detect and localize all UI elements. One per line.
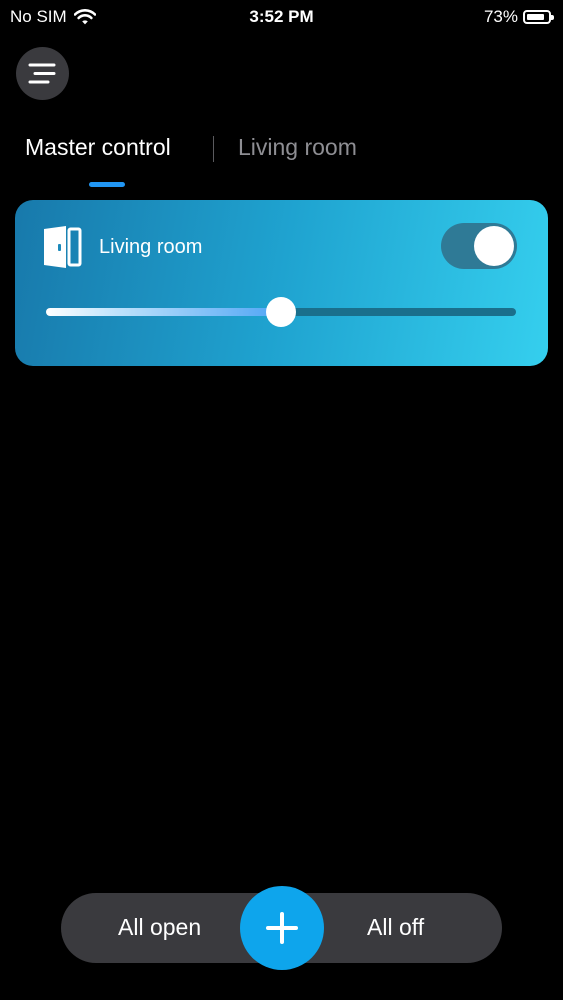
status-bar: No SIM 3:52 PM 73% xyxy=(0,0,563,32)
slider-thumb[interactable] xyxy=(266,297,296,327)
all-open-button[interactable]: All open xyxy=(118,914,201,941)
level-slider[interactable] xyxy=(46,297,516,327)
menu-icon xyxy=(28,63,56,84)
menu-button[interactable] xyxy=(16,47,69,100)
door-icon xyxy=(44,226,82,268)
tab-master-control[interactable]: Master control xyxy=(25,134,171,161)
status-right: 73% xyxy=(483,7,554,27)
plus-icon xyxy=(266,912,298,944)
room-power-toggle[interactable] xyxy=(441,223,517,269)
room-card-living-room[interactable]: Living room xyxy=(15,200,548,366)
app-screen: No SIM 3:52 PM 73% Master control Living… xyxy=(0,0,563,1000)
tab-bar: Master control Living room xyxy=(0,130,563,190)
battery-fill xyxy=(527,14,544,20)
status-time: 3:52 PM xyxy=(249,7,314,26)
active-tab-indicator xyxy=(89,182,125,187)
slider-fill xyxy=(46,308,281,316)
add-button[interactable] xyxy=(240,886,324,970)
all-off-button[interactable]: All off xyxy=(367,914,424,941)
room-label: Living room xyxy=(99,236,203,258)
toggle-knob xyxy=(474,226,514,266)
battery-nub xyxy=(551,15,554,20)
battery-percent: 73% xyxy=(483,7,518,26)
tab-divider xyxy=(213,136,214,162)
tab-living-room[interactable]: Living room xyxy=(238,134,357,161)
battery-icon xyxy=(523,10,554,24)
